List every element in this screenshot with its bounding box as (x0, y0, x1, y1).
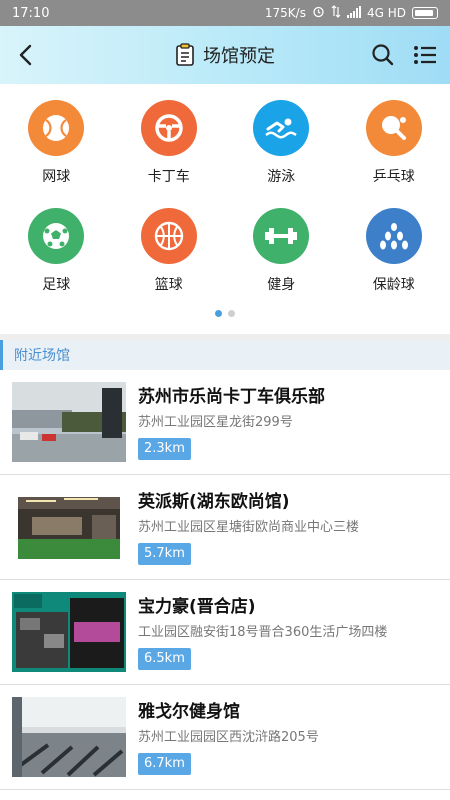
venue-thumbnail (12, 592, 126, 672)
basketball-icon (140, 208, 197, 264)
alarm-icon (312, 5, 325, 21)
category-label: 网球 (42, 169, 71, 185)
category-football[interactable]: 足球 (0, 208, 113, 298)
network-type: 4G HD (366, 6, 406, 20)
venue-name: 苏州市乐尚卡丁车俱乐部 (138, 387, 325, 407)
venue-thumbnail (12, 487, 126, 567)
category-swimming[interactable]: 游泳 (225, 100, 338, 190)
venue-thumbnail (12, 697, 126, 777)
page-dot[interactable] (228, 310, 235, 317)
category-tennis[interactable]: 网球 (0, 100, 113, 190)
category-karting[interactable]: 卡丁车 (113, 100, 226, 190)
venue-list: 苏州市乐尚卡丁车俱乐部 苏州工业园区星龙街299号 2.3km 英派斯(湖东欧尚… (0, 370, 450, 790)
network-speed: 175K/s (264, 6, 306, 20)
venue-distance-badge: 5.7km (138, 543, 191, 565)
category-fitness[interactable]: 健身 (225, 208, 338, 298)
category-label: 健身 (267, 277, 296, 293)
status-bar: 17:10 175K/s 4G HD (0, 0, 450, 26)
category-grid-section: 网球 卡丁车 游泳 乒乓球 足球 篮球 健身 保龄球 (0, 84, 450, 334)
venue-distance-badge: 2.3km (138, 438, 191, 460)
category-label: 卡丁车 (147, 169, 190, 185)
page-dot-active[interactable] (215, 310, 222, 317)
data-arrows-icon (331, 5, 341, 21)
nearby-section-header: 附近场馆 (0, 340, 450, 370)
venue-name: 宝力豪(晋合店) (138, 597, 256, 617)
table-tennis-icon (365, 100, 422, 156)
section-accent-bar (0, 340, 3, 370)
search-button[interactable] (368, 40, 398, 70)
section-title: 附近场馆 (14, 348, 70, 364)
venue-address: 苏州工业园园区西沈浒路205号 (138, 730, 319, 745)
page-title: 场馆预定 (203, 46, 275, 67)
venue-address: 苏州工业园区星龙街299号 (138, 415, 293, 430)
category-label: 篮球 (154, 277, 183, 293)
signal-icon (346, 5, 361, 21)
list-menu-icon (414, 46, 436, 64)
venue-item[interactable]: 苏州市乐尚卡丁车俱乐部 苏州工业园区星龙街299号 2.3km (0, 370, 450, 475)
venue-item[interactable]: 英派斯(湖东欧尚馆) 苏州工业园区星塘街欧尚商业中心三楼 5.7km (0, 475, 450, 580)
battery-icon (412, 7, 438, 19)
venue-address: 工业园区融安街18号晋合360生活广场四楼 (138, 625, 388, 640)
category-grid: 网球 卡丁车 游泳 乒乓球 足球 篮球 健身 保龄球 (0, 100, 450, 298)
venue-item[interactable]: 宝力豪(晋合店) 工业园区融安街18号晋合360生活广场四楼 6.5km (0, 580, 450, 685)
category-label: 足球 (42, 277, 71, 293)
swimmer-icon (253, 100, 310, 156)
status-time: 17:10 (12, 5, 50, 21)
category-label: 乒乓球 (372, 169, 415, 185)
header-bar: 场馆预定 (0, 26, 450, 84)
category-table-tennis[interactable]: 乒乓球 (338, 100, 450, 190)
venue-name: 英派斯(湖东欧尚馆) (138, 492, 290, 512)
venue-distance-badge: 6.5km (138, 648, 191, 670)
venue-distance-badge: 6.7km (138, 753, 191, 775)
dumbbell-icon (253, 208, 310, 264)
venue-thumbnail (12, 382, 126, 462)
back-button[interactable] (10, 39, 42, 71)
chevron-left-icon (19, 44, 32, 66)
menu-button[interactable] (410, 40, 440, 70)
venue-address: 苏州工业园区星塘街欧尚商业中心三楼 (138, 520, 360, 535)
category-label: 保龄球 (372, 277, 415, 293)
clipboard-icon (176, 43, 194, 66)
category-label: 游泳 (267, 169, 296, 185)
bowling-icon (365, 208, 422, 264)
status-right: 175K/s 4G HD (265, 5, 438, 21)
category-bowling[interactable]: 保龄球 (338, 208, 450, 298)
page-indicator (0, 310, 450, 317)
venue-item[interactable]: 雅戈尔健身馆 苏州工业园园区西沈浒路205号 6.7km (0, 685, 450, 790)
steering-wheel-icon (140, 100, 197, 156)
tennis-ball-icon (28, 100, 85, 156)
search-icon (372, 44, 394, 66)
soccer-ball-icon (28, 208, 85, 264)
category-basketball[interactable]: 篮球 (113, 208, 226, 298)
venue-name: 雅戈尔健身馆 (138, 702, 240, 722)
